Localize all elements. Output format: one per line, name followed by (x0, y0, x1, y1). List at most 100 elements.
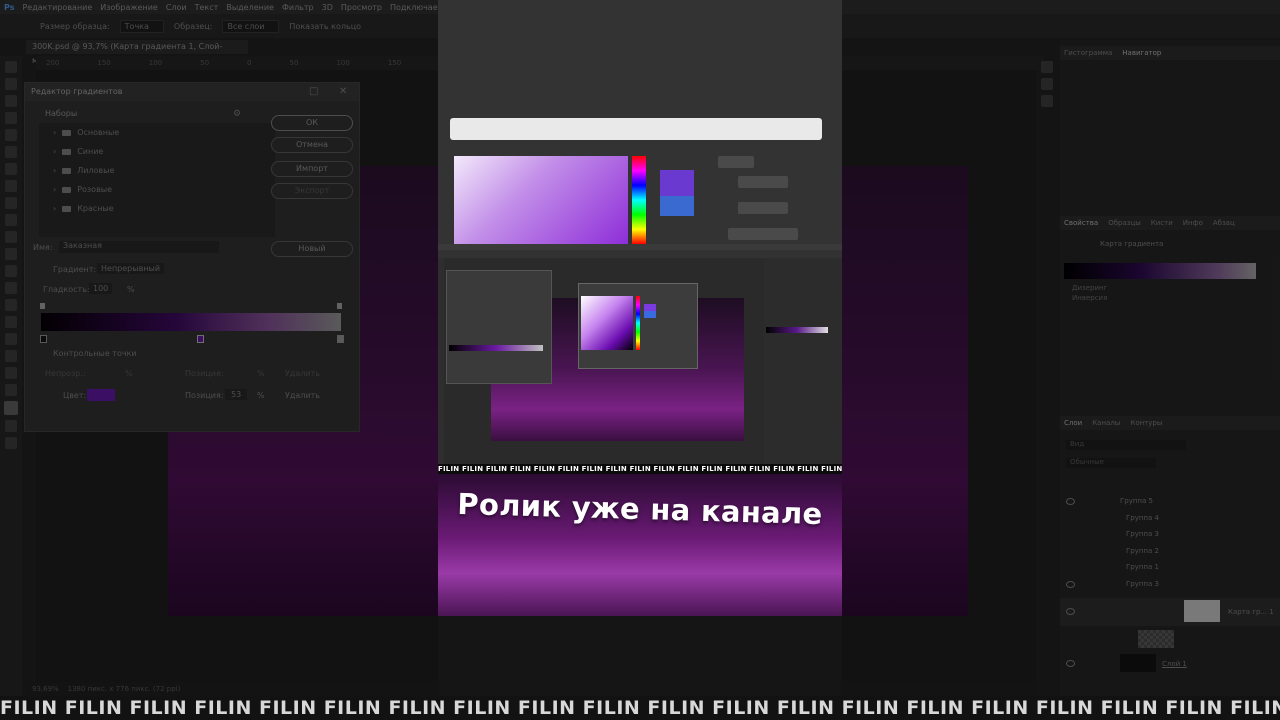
sample-select[interactable]: Все слои (222, 19, 280, 33)
play-icon[interactable] (1041, 78, 1053, 90)
stamp-tool-icon[interactable] (5, 197, 17, 209)
eraser-tool-icon[interactable] (5, 231, 17, 243)
properties-title: Карта градиента (1100, 240, 1164, 248)
dither-checkbox[interactable]: Дизеринг (1072, 284, 1107, 292)
color-position-input[interactable]: 53 (225, 389, 248, 400)
tab-paths[interactable]: Контуры (1130, 416, 1162, 430)
menu-item[interactable]: Изображение (100, 3, 158, 12)
layer-name: Группа 3 (1126, 580, 1159, 588)
lasso-tool-icon[interactable] (5, 95, 17, 107)
gradient-preview-bar[interactable] (41, 313, 341, 331)
zoom-level[interactable]: 93,69% (32, 685, 59, 693)
eyedropper-tool-icon[interactable] (5, 146, 17, 158)
delete-color-stop-button[interactable]: Удалить (285, 391, 320, 400)
screen-mode-icon[interactable] (5, 437, 17, 449)
layer-row[interactable]: Слой 1 (1060, 652, 1280, 674)
import-button[interactable]: Импорт (271, 161, 353, 177)
adjust-icon[interactable] (1041, 95, 1053, 107)
shape-tool-icon[interactable] (5, 350, 17, 362)
history-brush-icon[interactable] (5, 214, 17, 226)
opacity-stop[interactable] (40, 303, 45, 309)
new-button[interactable]: Новый (271, 241, 353, 257)
menu-item[interactable]: Просмотр (341, 3, 382, 12)
preset-folder[interactable]: › Основные (39, 123, 275, 142)
eye-icon[interactable] (1066, 498, 1075, 505)
maximize-icon[interactable]: □ (309, 83, 318, 101)
eye-icon[interactable] (1066, 581, 1075, 588)
preset-folder[interactable]: › Лиловые (39, 161, 275, 180)
gradient-type-select[interactable]: Непрерывный (97, 263, 165, 274)
name-input[interactable]: Заказная (59, 241, 219, 253)
gradient-type-label: Градиент: (53, 265, 97, 274)
tab-layers[interactable]: Слои (1064, 416, 1082, 430)
menu-item[interactable]: Ps (4, 3, 14, 12)
gradient-map-preview[interactable] (1064, 263, 1256, 279)
quick-mask-icon[interactable] (5, 420, 17, 432)
menu-item[interactable]: Текст (195, 3, 219, 12)
layer-row[interactable]: Группа 3 (1060, 526, 1280, 542)
size-select[interactable]: Точка (119, 19, 164, 33)
gradient-tool-icon[interactable] (5, 248, 17, 260)
delete-opacity-stop-button[interactable]: Удалить (285, 369, 320, 378)
layer-row[interactable]: Группа 5 (1060, 493, 1280, 509)
eye-icon[interactable] (1066, 660, 1075, 667)
cancel-button[interactable]: Отмена (271, 137, 353, 153)
zoom-tool-icon[interactable] (5, 384, 17, 396)
color-stop-selected[interactable] (197, 335, 204, 343)
tab-paragraph[interactable]: Абзац (1213, 216, 1235, 230)
menu-item[interactable]: 3D (322, 3, 333, 12)
brush-tool-icon[interactable] (5, 180, 17, 192)
hand-tool-icon[interactable] (5, 367, 17, 379)
export-button[interactable]: Экспорт (271, 183, 353, 199)
layer-thumbnail (1138, 630, 1174, 648)
stop-color-swatch[interactable] (87, 389, 115, 401)
blur-tool-icon[interactable] (5, 265, 17, 277)
layer-row[interactable] (1060, 628, 1280, 650)
dodge-tool-icon[interactable] (5, 282, 17, 294)
healing-tool-icon[interactable] (5, 163, 17, 175)
layer-row[interactable]: Группа 3 (1060, 576, 1280, 592)
tab-navigator[interactable]: Навигатор (1122, 46, 1161, 60)
gear-icon[interactable]: ⚙ (233, 109, 241, 119)
layer-row[interactable]: Группа 2 (1060, 543, 1280, 559)
marquee-tool-icon[interactable] (5, 78, 17, 90)
menu-item[interactable]: Выделение (226, 3, 274, 12)
color-stop[interactable] (40, 335, 47, 343)
layer-search-input[interactable]: Вид (1066, 440, 1186, 450)
opacity-stop[interactable] (337, 303, 342, 309)
menu-item[interactable]: Фильтр (282, 3, 314, 12)
pen-tool-icon[interactable] (5, 299, 17, 311)
tab-channels[interactable]: Каналы (1092, 416, 1120, 430)
crop-tool-icon[interactable] (5, 129, 17, 141)
document-tab[interactable]: 300K.psd @ 93,7% (Карта градиента 1, Сло… (26, 40, 248, 65)
reverse-checkbox[interactable]: Инверсия (1072, 294, 1107, 302)
history-icon[interactable] (1041, 61, 1053, 73)
move-tool-icon[interactable] (5, 61, 17, 73)
blend-mode-select[interactable]: Обычные (1066, 458, 1156, 468)
eye-icon[interactable] (1066, 608, 1075, 615)
ok-button[interactable]: ОК (271, 115, 353, 131)
foreground-color-swatch[interactable] (4, 401, 18, 415)
menu-item[interactable]: Слои (166, 3, 187, 12)
presets-list[interactable]: › Основные › Синие › Лиловые › Розовые › Крас… (39, 123, 275, 237)
quick-select-tool-icon[interactable] (5, 112, 17, 124)
preset-folder[interactable]: › Красные (39, 199, 275, 218)
preset-folder[interactable]: › Розовые (39, 180, 275, 199)
path-select-tool-icon[interactable] (5, 333, 17, 345)
type-tool-icon[interactable] (5, 316, 17, 328)
layer-mask-thumbnail[interactable] (1184, 600, 1220, 622)
tab-swatches[interactable]: Образцы (1108, 216, 1141, 230)
tab-brushes[interactable]: Кисти (1151, 216, 1173, 230)
smoothness-input[interactable]: 100 (89, 283, 113, 294)
tab-histogram[interactable]: Гистограмма (1064, 46, 1112, 60)
show-ring-checkbox[interactable]: Показать кольцо (289, 22, 361, 31)
color-stop[interactable] (337, 335, 344, 343)
preset-folder[interactable]: › Синие (39, 142, 275, 161)
tab-info[interactable]: Инфо (1183, 216, 1203, 230)
layer-row[interactable]: Группа 4 (1060, 510, 1280, 526)
layer-row[interactable]: Группа 1 (1060, 559, 1280, 575)
close-icon[interactable]: ✕ (339, 83, 347, 101)
menu-item[interactable]: Редактирование (22, 3, 92, 12)
tab-properties[interactable]: Свойства (1064, 216, 1098, 230)
layer-row-selected[interactable]: Карта гр... 1 (1060, 598, 1280, 626)
